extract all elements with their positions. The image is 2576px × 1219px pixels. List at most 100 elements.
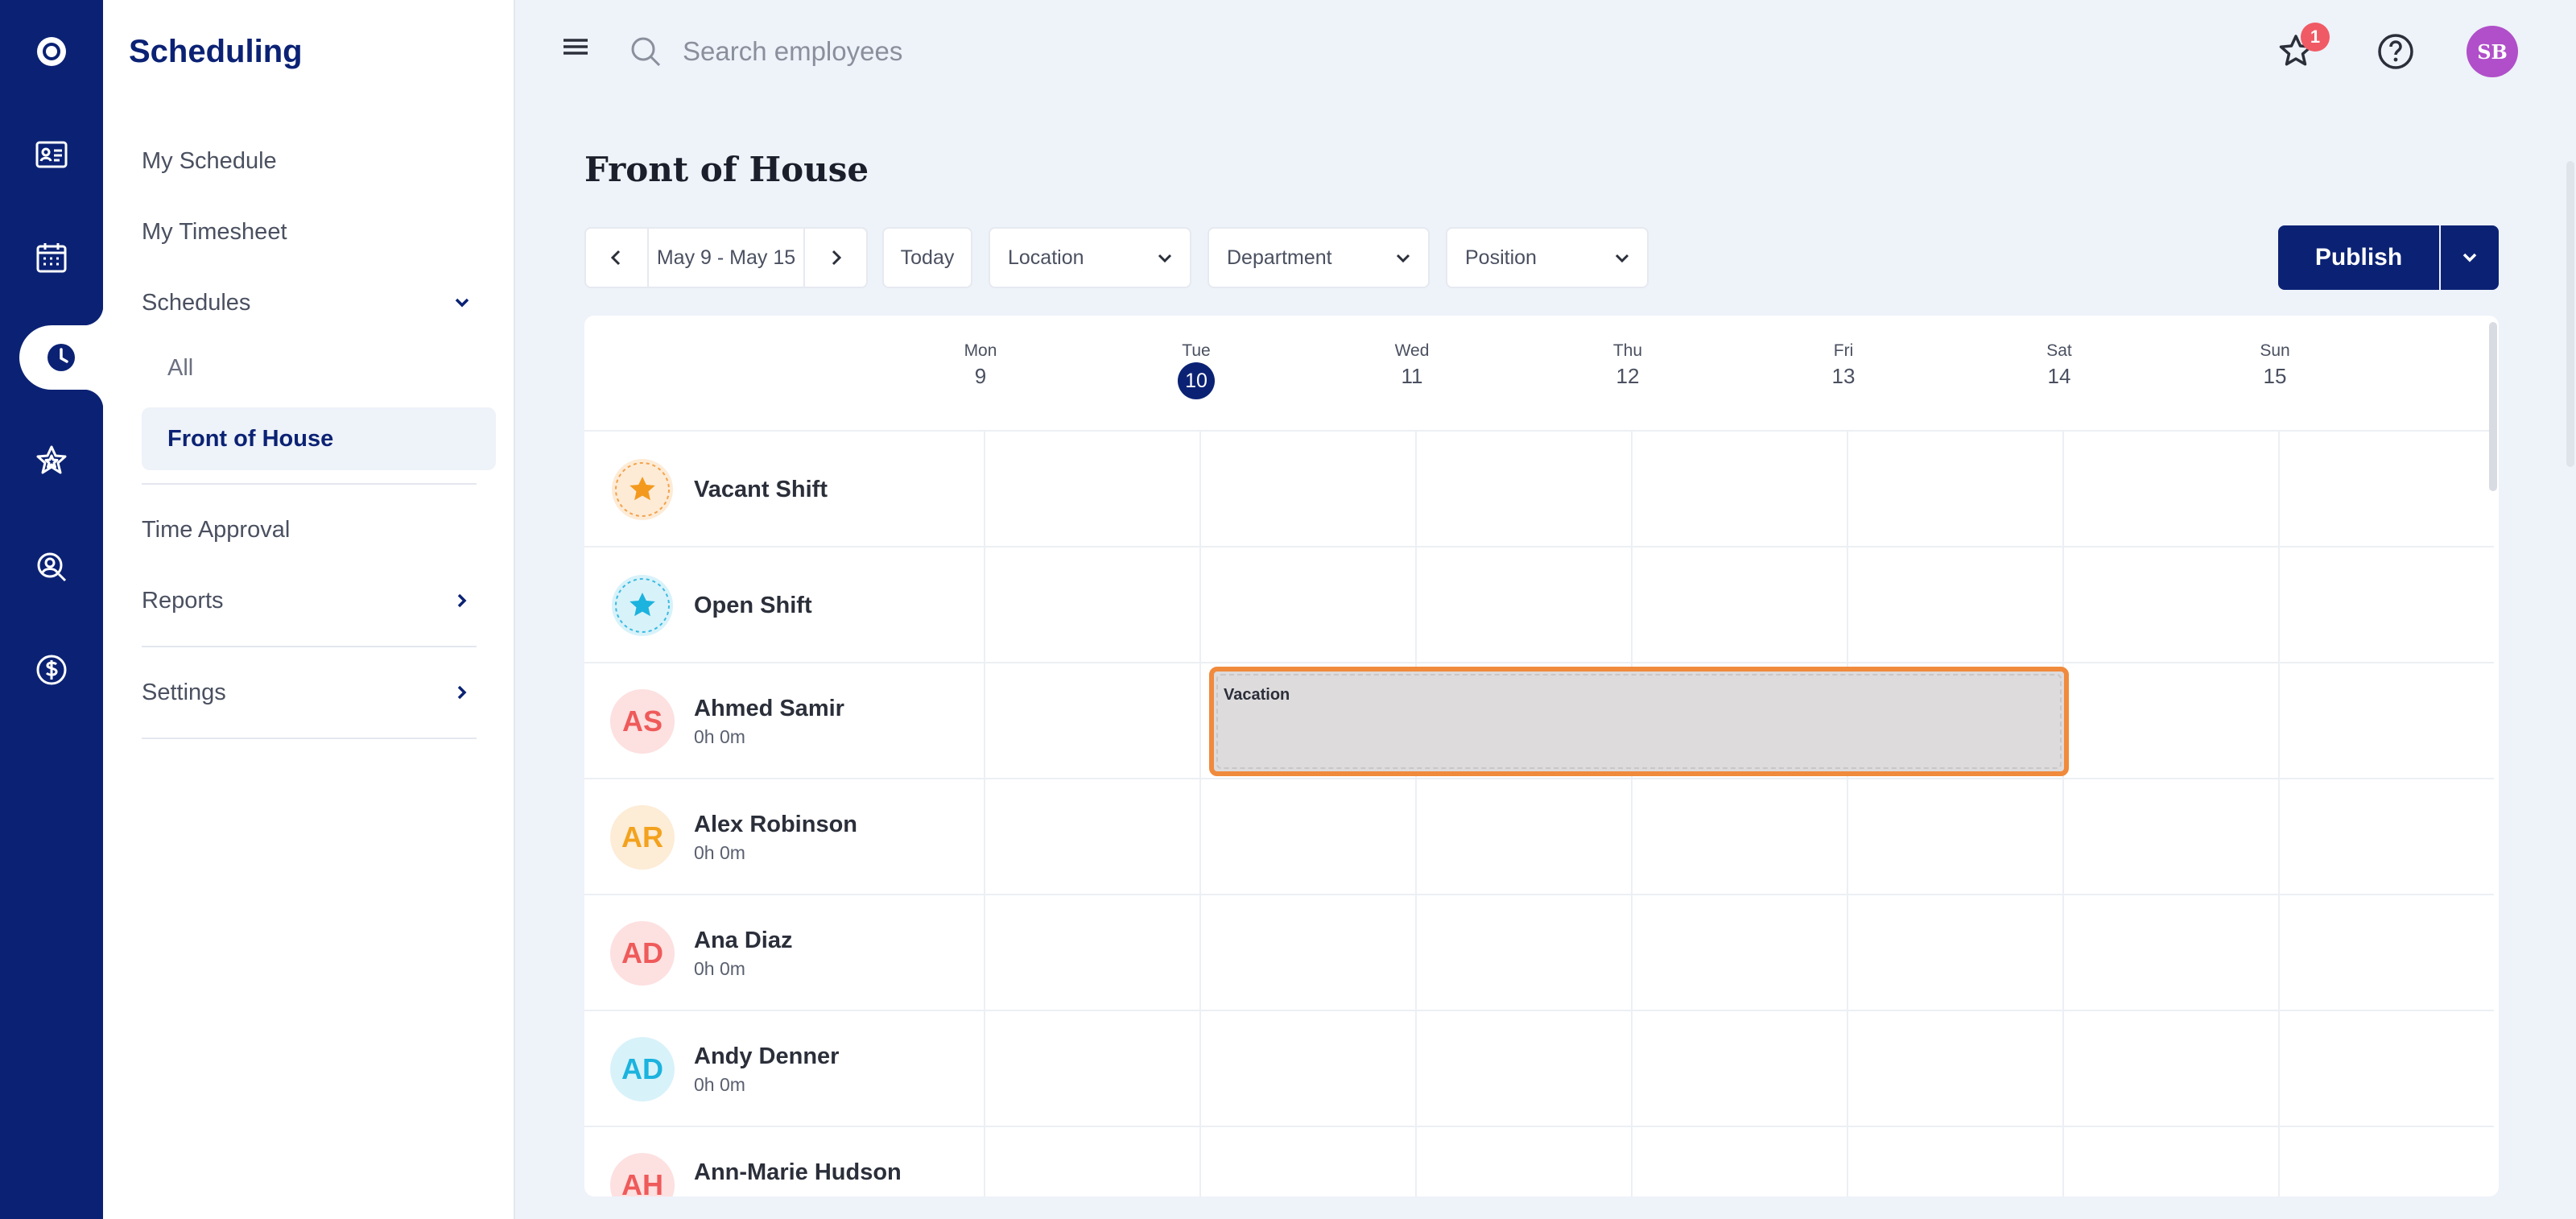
app-logo-icon[interactable] [0,19,103,84]
nav-item-label: My Schedule [142,147,277,174]
chevron-down-icon [1396,254,1410,263]
employee-hours: 0h 0m [694,726,745,747]
previous-week-button[interactable] [586,229,647,287]
day-header-mon: Mon 9 [873,341,1088,389]
notification-badge: 1 [2301,23,2330,52]
vacation-block[interactable]: Vacation [1209,667,2069,776]
day-number: 9 [974,364,987,388]
nav-subitem-front-of-house[interactable]: Front of House [142,407,496,470]
day-name: Mon [964,341,997,360]
schedule-grid: Mon 9 Tue 10 Wed 11 Thu 12 Fri 13 Sat 14 Sun 15… [584,316,2499,1196]
clock-icon[interactable] [10,325,113,390]
star-icon[interactable] [0,428,103,493]
department-dropdown-label: Department [1227,246,1332,269]
employee-name[interactable]: Ahmed Samir [694,696,844,722]
location-dropdown-label: Location [1008,246,1084,269]
today-button[interactable]: Today [882,227,972,288]
employee-hours: 0h 0m [694,1074,745,1095]
day-number: 14 [2047,364,2071,388]
row-divider [584,778,2494,779]
open-shift-star-icon [612,575,673,636]
search-icon [631,37,661,67]
nav-item-time-approval[interactable]: Time Approval [142,501,489,559]
employee-avatar: AH [610,1153,675,1196]
nav-divider [142,483,477,485]
help-icon[interactable] [2373,29,2418,74]
employee-avatar: AR [610,805,675,870]
employee-hours: 0h 0m [694,958,745,979]
employee-card-icon[interactable] [0,122,103,187]
chevron-down-icon [2462,253,2477,262]
dollar-icon[interactable] [0,638,103,702]
day-header-thu: Thu 12 [1520,341,1736,389]
user-avatar[interactable]: SB [2467,26,2518,77]
vacation-label: Vacation [1224,686,1290,704]
grid-scrollbar[interactable] [2489,322,2497,491]
nav-subitem-label: Front of House [167,425,334,452]
employee-name[interactable]: Andy Denner [694,1043,839,1070]
publish-button[interactable]: Publish [2278,225,2439,290]
employee-hours: 0h 0m [694,842,745,863]
row-divider [584,1010,2494,1011]
row-divider [584,1126,2494,1127]
day-number: 12 [1616,364,1640,388]
vacant-shift-star-icon [612,459,673,520]
chevron-down-icon [1615,254,1629,263]
publish-options-button[interactable] [2441,225,2499,290]
day-name: Sat [2046,341,2072,360]
employee-name[interactable]: Ana Diaz [694,928,792,954]
day-name: Fri [1833,341,1854,360]
day-name: Wed [1394,341,1430,360]
nav-title: Scheduling [129,34,303,69]
calendar-icon[interactable] [0,225,103,290]
nav-item-reports[interactable]: Reports [142,572,489,630]
open-shift-label: Open Shift [694,593,812,618]
left-navigation: Scheduling My Schedule My Timesheet Sche… [103,0,515,1219]
date-range-label[interactable]: May 9 - May 15 [647,229,805,287]
chevron-down-icon [1158,254,1172,263]
hamburger-menu-icon[interactable] [560,32,592,64]
employee-name[interactable]: Ann-Marie Hudson [694,1159,902,1186]
row-divider [584,546,2494,548]
department-dropdown[interactable]: Department [1208,227,1430,288]
chevron-left-icon [610,250,621,266]
row-divider [584,430,2494,432]
nav-item-my-timesheet[interactable]: My Timesheet [142,203,489,261]
chevron-right-icon [832,250,842,266]
row-divider [584,662,2494,663]
employee-name[interactable]: Alex Robinson [694,812,857,838]
nav-item-schedules[interactable]: Schedules [142,274,489,332]
column-divider [1631,432,1633,1196]
day-header-tue: Tue 10 [1088,341,1304,399]
today-day-number: 10 [1178,362,1215,399]
day-header-sun: Sun 15 [2167,341,2383,389]
day-number: 13 [1831,364,1856,388]
day-name: Tue [1182,341,1211,360]
location-dropdown[interactable]: Location [989,227,1191,288]
position-dropdown[interactable]: Position [1446,227,1649,288]
chevron-right-icon [457,685,467,700]
column-divider [2278,432,2280,1196]
nav-item-settings[interactable]: Settings [142,663,489,721]
nav-subitem-all[interactable]: All [142,337,496,399]
app-icon-rail [0,0,103,1219]
day-name: Sun [2260,341,2290,360]
column-divider [1199,432,1201,1196]
next-week-button[interactable] [805,229,866,287]
column-divider [1415,432,1417,1196]
day-header-sat: Sat 14 [1951,341,2167,389]
row-divider [584,894,2494,895]
day-name: Thu [1612,341,1643,360]
employee-avatar: AD [610,1037,675,1101]
nav-subitem-label: All [167,354,194,381]
nav-item-my-schedule[interactable]: My Schedule [142,132,489,190]
nav-item-label: Settings [142,679,226,705]
nav-item-label: My Timesheet [142,218,287,245]
day-header-fri: Fri 13 [1736,341,1951,389]
nav-item-label: Time Approval [142,516,291,543]
chevron-right-icon [457,593,467,608]
people-search-icon[interactable] [0,535,103,599]
employee-search-input[interactable] [683,29,1246,74]
page-scrollbar[interactable] [2566,161,2574,467]
nav-item-label: Reports [142,587,224,614]
